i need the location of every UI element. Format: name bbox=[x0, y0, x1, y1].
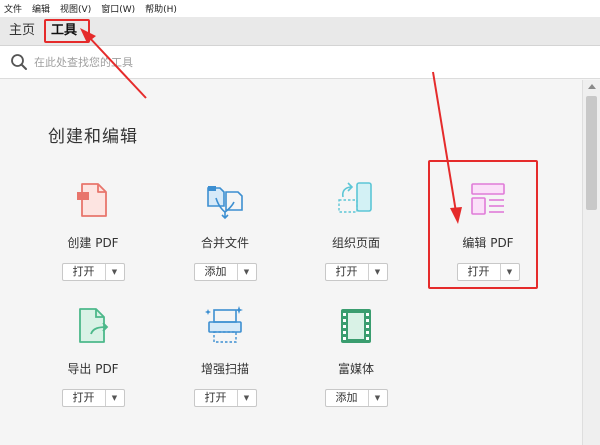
chevron-down-icon[interactable]: ▼ bbox=[369, 390, 387, 406]
tool-combine-files: 合并文件 添加 ▼ bbox=[175, 178, 275, 281]
menu-file[interactable]: 文件 bbox=[4, 2, 22, 15]
tool-button-group: 打开 ▼ bbox=[324, 263, 388, 281]
menu-bar: 文件 编辑 视图(V) 窗口(W) 帮助(H) bbox=[0, 0, 600, 17]
open-button[interactable]: 打开 bbox=[195, 390, 238, 406]
section-title: 创建和编辑 bbox=[48, 127, 138, 147]
tool-organize-pages: 组织页面 打开 ▼ bbox=[306, 178, 406, 281]
open-button[interactable]: 打开 bbox=[63, 264, 106, 280]
tab-home[interactable]: 主页 bbox=[0, 17, 43, 45]
menu-view[interactable]: 视图(V) bbox=[60, 2, 91, 15]
search-input[interactable] bbox=[34, 55, 334, 69]
scroll-up-icon[interactable] bbox=[588, 84, 596, 89]
rich-media-icon[interactable] bbox=[334, 304, 378, 348]
tool-button-group: 添加 ▼ bbox=[193, 263, 257, 281]
tool-export-pdf: 导出 PDF 打开 ▼ bbox=[43, 304, 143, 407]
organize-pages-icon[interactable] bbox=[334, 178, 378, 222]
combine-files-icon[interactable] bbox=[203, 178, 247, 222]
tool-name: 创建 PDF bbox=[67, 236, 119, 250]
open-button[interactable]: 打开 bbox=[458, 264, 501, 280]
chevron-down-icon[interactable]: ▼ bbox=[238, 264, 256, 280]
tool-name: 编辑 PDF bbox=[462, 236, 514, 250]
tool-button-group: 打开 ▼ bbox=[193, 389, 257, 407]
add-button[interactable]: 添加 bbox=[195, 264, 238, 280]
edit-pdf-icon[interactable] bbox=[466, 178, 510, 222]
chevron-down-icon[interactable]: ▼ bbox=[501, 264, 519, 280]
chevron-down-icon[interactable]: ▼ bbox=[238, 390, 256, 406]
tool-button-group: 打开 ▼ bbox=[61, 263, 125, 281]
tool-create-pdf: 创建 PDF 打开 ▼ bbox=[43, 178, 143, 281]
chevron-down-icon[interactable]: ▼ bbox=[106, 390, 124, 406]
tool-name: 富媒体 bbox=[337, 362, 374, 376]
enhance-scan-icon[interactable] bbox=[203, 304, 247, 348]
open-button[interactable]: 打开 bbox=[63, 390, 106, 406]
menu-help[interactable]: 帮助(H) bbox=[145, 2, 177, 15]
chevron-down-icon[interactable]: ▼ bbox=[106, 264, 124, 280]
tool-name: 增强扫描 bbox=[200, 362, 249, 376]
tool-enhance-scan: 增强扫描 打开 ▼ bbox=[175, 304, 275, 407]
chevron-down-icon[interactable]: ▼ bbox=[369, 264, 387, 280]
tab-tools[interactable]: 工具 bbox=[43, 17, 85, 45]
tool-edit-pdf: 编辑 PDF 打开 ▼ bbox=[438, 178, 538, 281]
export-pdf-icon[interactable] bbox=[71, 304, 115, 348]
vertical-scrollbar[interactable] bbox=[582, 80, 600, 445]
tool-rich-media: 富媒体 添加 ▼ bbox=[306, 304, 406, 407]
tool-button-group: 打开 ▼ bbox=[61, 389, 125, 407]
tool-search-bar bbox=[0, 46, 600, 79]
create-pdf-icon[interactable] bbox=[71, 178, 115, 222]
add-button[interactable]: 添加 bbox=[326, 390, 369, 406]
tool-button-group: 打开 ▼ bbox=[456, 263, 520, 281]
tab-bar: 主页 工具 bbox=[0, 17, 600, 46]
open-button[interactable]: 打开 bbox=[326, 264, 369, 280]
scrollbar-thumb[interactable] bbox=[586, 96, 597, 210]
tool-name: 合并文件 bbox=[200, 236, 249, 250]
tools-content-area: 创建和编辑 创建 PDF 打开 ▼ 合并文件 添加 ▼ 组织页面 打开 ▼ 编辑… bbox=[0, 80, 582, 445]
tool-name: 组织页面 bbox=[331, 236, 380, 250]
tool-name: 导出 PDF bbox=[67, 362, 119, 376]
tool-button-group: 添加 ▼ bbox=[324, 389, 388, 407]
menu-window[interactable]: 窗口(W) bbox=[101, 2, 135, 15]
search-icon bbox=[11, 54, 27, 70]
menu-edit[interactable]: 编辑 bbox=[32, 2, 50, 15]
